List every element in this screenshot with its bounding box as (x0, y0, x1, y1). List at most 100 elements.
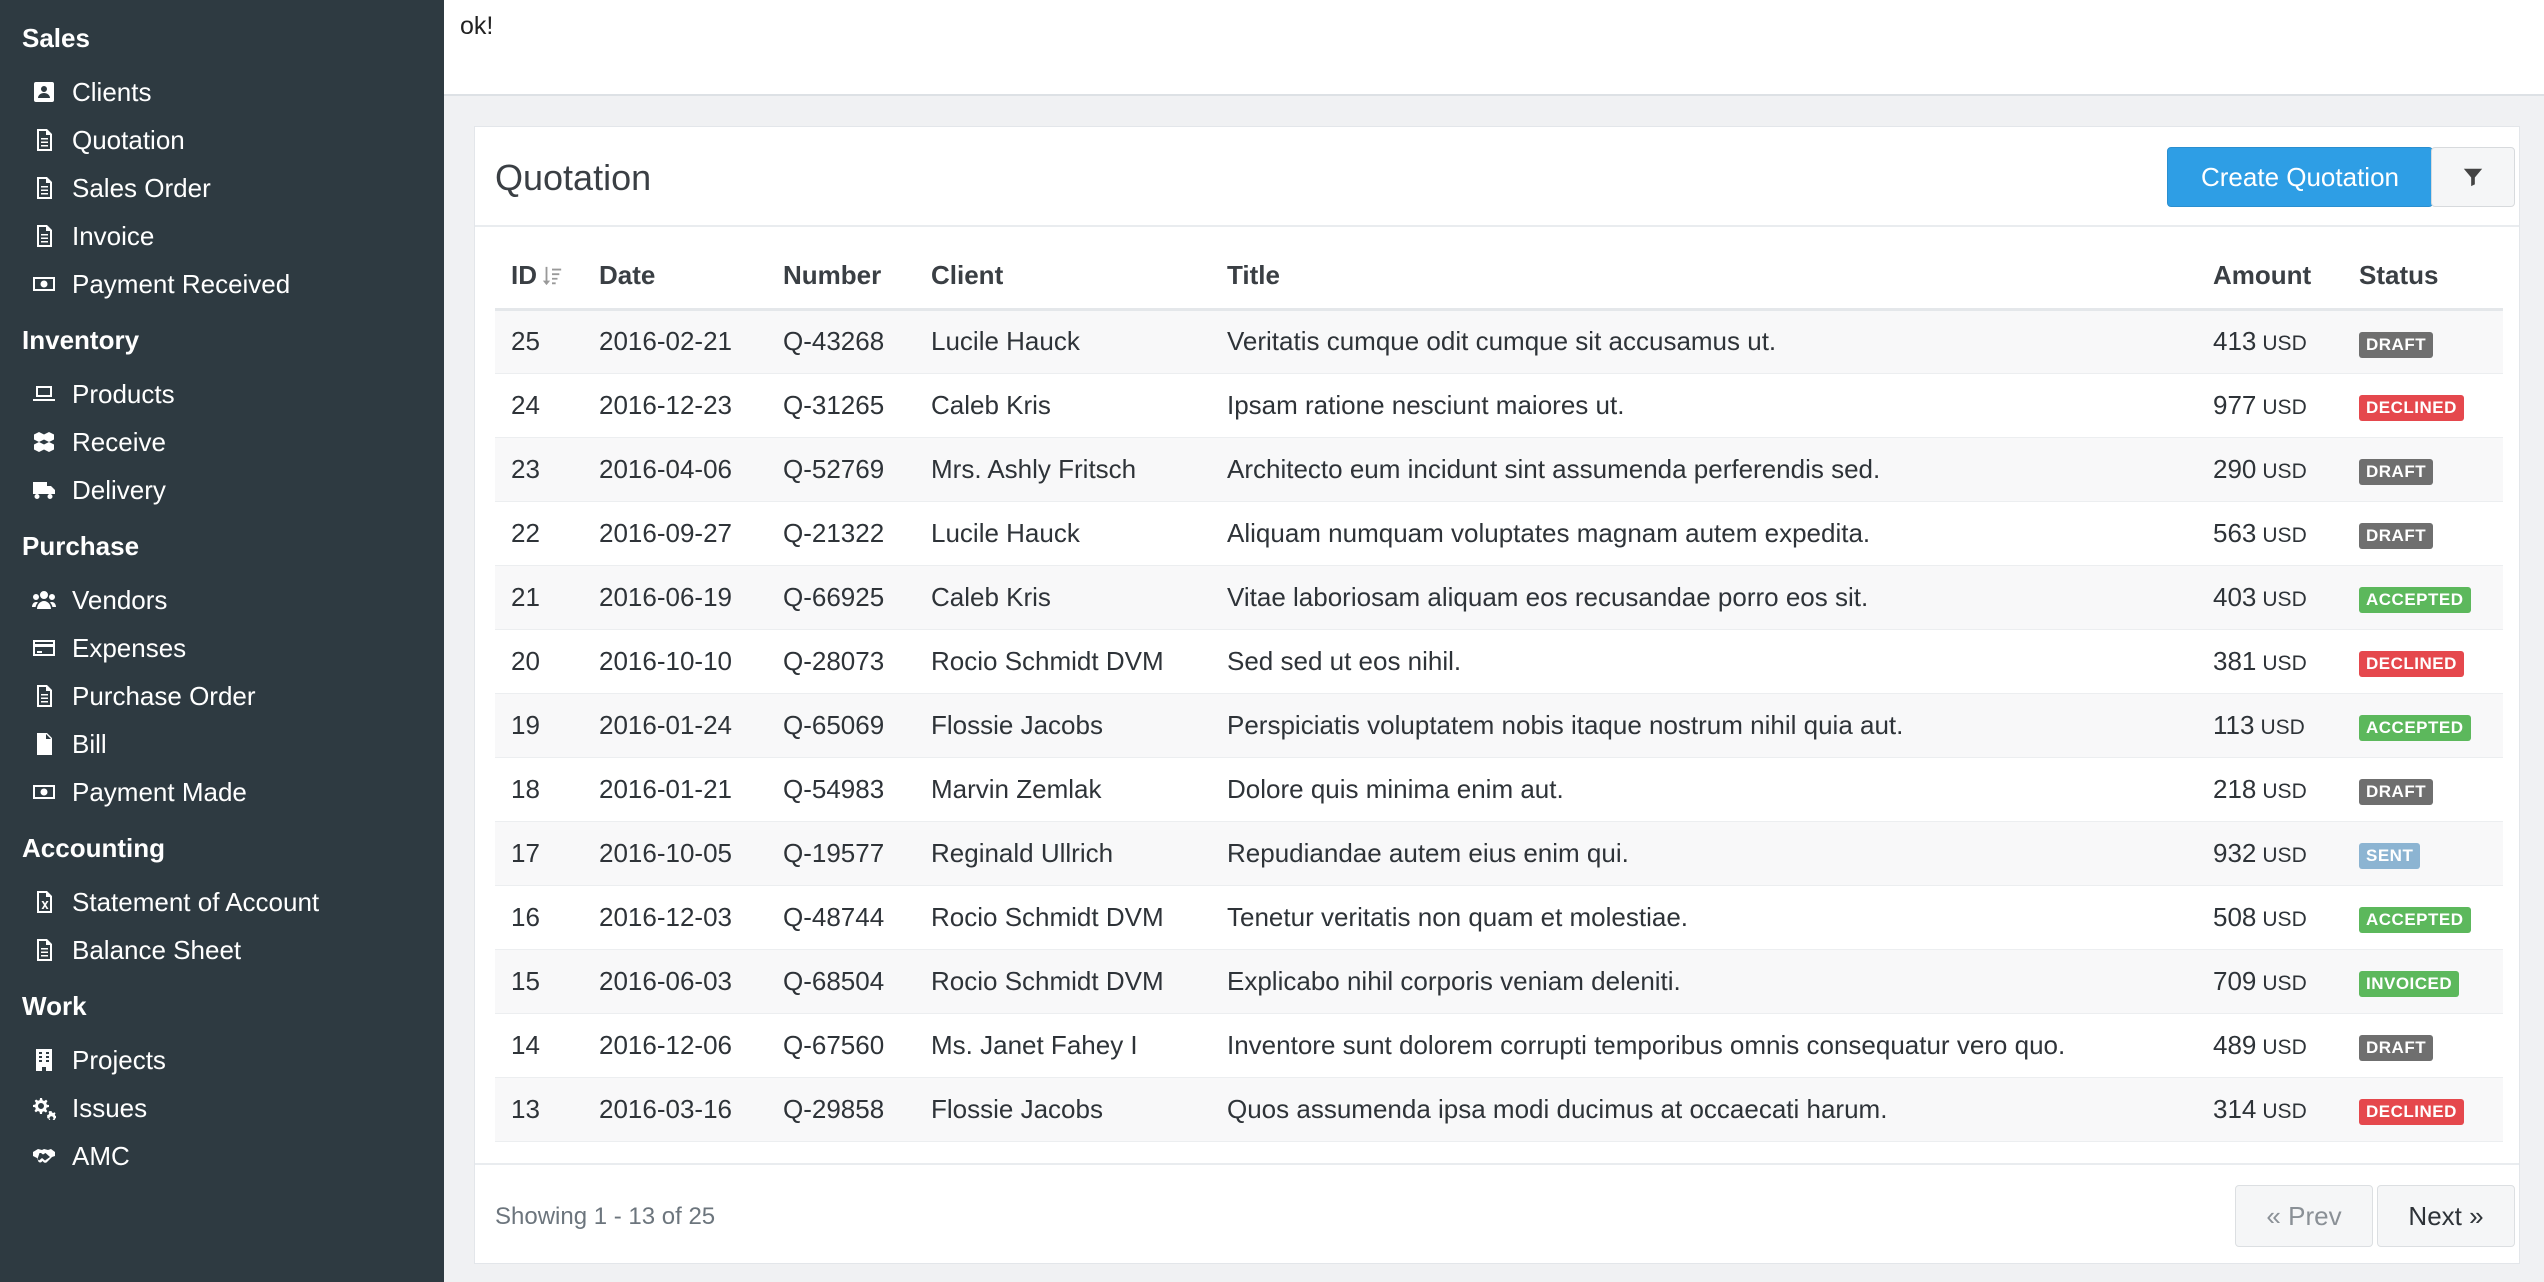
table-row[interactable]: 15 2016-06-03 Q-68504 Rocio Schmidt DVM Expl… (495, 949, 2503, 1014)
currency-code: USD (2262, 651, 2307, 675)
cell-title: Repudiandae autem eius enim qui. (1211, 821, 2197, 886)
next-page-button[interactable]: Next » (2377, 1185, 2515, 1247)
prev-page-button[interactable]: « Prev (2235, 1185, 2373, 1247)
cell-date: 2016-06-03 (583, 949, 767, 1014)
panel-footer: Showing 1 - 13 of 25 « Prev Next » (475, 1163, 2519, 1263)
sidebar-item-sales-order[interactable]: Sales Order (0, 164, 444, 212)
amount-value: 381 (2213, 645, 2257, 676)
cell-client: Flossie Jacobs (915, 1077, 1211, 1142)
sidebar-item-issues[interactable]: Issues (0, 1084, 444, 1132)
cell-amount: 932 USD (2197, 821, 2343, 886)
sidebar-item-expenses[interactable]: Expenses (0, 624, 444, 672)
column-header-number[interactable]: Number (767, 243, 915, 311)
sidebar-item-payment-made[interactable]: Payment Made (0, 768, 444, 816)
amount-value: 932 (2213, 837, 2257, 868)
sidebar-item-label: Vendors (72, 584, 168, 615)
money-icon (30, 270, 58, 298)
table-row[interactable]: 19 2016-01-24 Q-65069 Flossie Jacobs Perspic… (495, 693, 2503, 758)
cell-client: Lucile Hauck (915, 501, 1211, 566)
cell-amount: 314 USD (2197, 1077, 2343, 1142)
cell-date: 2016-02-21 (583, 309, 767, 374)
sidebar-item-delivery[interactable]: Delivery (0, 466, 444, 514)
sidebar-item-invoice[interactable]: Invoice (0, 212, 444, 260)
sidebar-item-balance-sheet[interactable]: Balance Sheet (0, 926, 444, 974)
table-row[interactable]: 13 2016-03-16 Q-29858 Flossie Jacobs Quos as… (495, 1077, 2503, 1142)
sidebar-item-label: Products (72, 378, 175, 409)
table-row[interactable]: 17 2016-10-05 Q-19577 Reginald Ullrich Repud… (495, 821, 2503, 886)
sidebar-item-amc[interactable]: AMC (0, 1132, 444, 1180)
quotation-table: ID Date Number Client Title Amount Statu… (495, 243, 2503, 1142)
column-header-client[interactable]: Client (915, 243, 1211, 311)
cell-client: Caleb Kris (915, 565, 1211, 630)
table-row[interactable]: 24 2016-12-23 Q-31265 Caleb Kris Ipsam ratio… (495, 373, 2503, 438)
table-row[interactable]: 14 2016-12-06 Q-67560 Ms. Janet Fahey I Inve… (495, 1013, 2503, 1078)
amount-value: 314 (2213, 1093, 2257, 1124)
cell-number: Q-66925 (767, 565, 915, 630)
sidebar-item-statement-of-account[interactable]: Statement of Account (0, 878, 444, 926)
cell-amount: 381 USD (2197, 629, 2343, 694)
cell-status: DECLINED (2343, 629, 2503, 694)
cell-client: Ms. Janet Fahey I (915, 1013, 1211, 1078)
amount-value: 403 (2213, 581, 2257, 612)
cell-status: ACCEPTED (2343, 565, 2503, 630)
sidebar-section-list: Projects Issues AMC (0, 1036, 444, 1180)
sidebar-item-clients[interactable]: Clients (0, 68, 444, 116)
sidebar-section-title: Work (22, 991, 87, 1021)
sidebar-item-quotation[interactable]: Quotation (0, 116, 444, 164)
cell-status: SENT (2343, 821, 2503, 886)
sidebar-item-receive[interactable]: Receive (0, 418, 444, 466)
cell-title: Dolore quis minima enim aut. (1211, 757, 2197, 822)
cell-status: DRAFT (2343, 437, 2503, 502)
table-row[interactable]: 23 2016-04-06 Q-52769 Mrs. Ashly Fritsch Arc… (495, 437, 2503, 502)
document-filled-icon (30, 730, 58, 758)
status-badge: DRAFT (2359, 459, 2434, 485)
cell-title: Aliquam numquam voluptates magnam autem … (1211, 501, 2197, 566)
sidebar-item-label: Clients (72, 76, 152, 107)
cell-amount: 113 USD (2197, 693, 2343, 758)
truck-icon (30, 476, 58, 504)
cell-client: Rocio Schmidt DVM (915, 949, 1211, 1014)
table-row[interactable]: 22 2016-09-27 Q-21322 Lucile Hauck Aliquam n… (495, 501, 2503, 566)
cell-amount: 563 USD (2197, 501, 2343, 566)
column-header-id[interactable]: ID (495, 243, 583, 311)
column-header-title[interactable]: Title (1211, 243, 2197, 311)
sidebar-section-title: Sales (22, 23, 90, 53)
sidebar-item-vendors[interactable]: Vendors (0, 576, 444, 624)
currency-code: USD (2262, 523, 2307, 547)
sidebar-item-purchase-order[interactable]: Purchase Order (0, 672, 444, 720)
cell-client: Caleb Kris (915, 373, 1211, 438)
cell-id: 22 (495, 501, 583, 566)
sidebar-item-products[interactable]: Products (0, 370, 444, 418)
sort-descending-icon[interactable] (541, 263, 563, 285)
sidebar-item-bill[interactable]: Bill (0, 720, 444, 768)
column-header-date[interactable]: Date (583, 243, 767, 311)
column-header-amount[interactable]: Amount (2197, 243, 2343, 311)
table-row[interactable]: 18 2016-01-21 Q-54983 Marvin Zemlak Dolore q… (495, 757, 2503, 822)
cell-status: DRAFT (2343, 501, 2503, 566)
amount-value: 113 (2213, 709, 2255, 740)
table-row[interactable]: 16 2016-12-03 Q-48744 Rocio Schmidt DVM Tene… (495, 885, 2503, 950)
sidebar-section-title: Accounting (22, 833, 165, 863)
table-body: 25 2016-02-21 Q-43268 Lucile Hauck Veritatis… (495, 309, 2503, 1142)
cell-date: 2016-12-23 (583, 373, 767, 438)
table-row[interactable]: 21 2016-06-19 Q-66925 Caleb Kris Vitae labor… (495, 565, 2503, 630)
sidebar-item-label: Projects (72, 1044, 166, 1075)
filter-button[interactable] (2431, 147, 2515, 207)
cell-title: Perspiciatis voluptatem nobis itaque nos… (1211, 693, 2197, 758)
cell-number: Q-28073 (767, 629, 915, 694)
table-row[interactable]: 20 2016-10-10 Q-28073 Rocio Schmidt DVM Sed … (495, 629, 2503, 694)
cell-id: 13 (495, 1077, 583, 1142)
status-badge: DRAFT (2359, 779, 2434, 805)
cell-title: Quos assumenda ipsa modi ducimus at occa… (1211, 1077, 2197, 1142)
column-header-status[interactable]: Status (2343, 243, 2503, 311)
document-icon (30, 222, 58, 250)
cell-date: 2016-01-21 (583, 757, 767, 822)
currency-code: USD (2262, 843, 2307, 867)
create-quotation-button[interactable]: Create Quotation (2167, 147, 2433, 207)
cell-number: Q-29858 (767, 1077, 915, 1142)
amount-value: 563 (2213, 517, 2257, 548)
sidebar-item-projects[interactable]: Projects (0, 1036, 444, 1084)
sidebar-item-payment-received[interactable]: Payment Received (0, 260, 444, 308)
table-row[interactable]: 25 2016-02-21 Q-43268 Lucile Hauck Veritatis… (495, 309, 2503, 374)
document-icon (30, 126, 58, 154)
